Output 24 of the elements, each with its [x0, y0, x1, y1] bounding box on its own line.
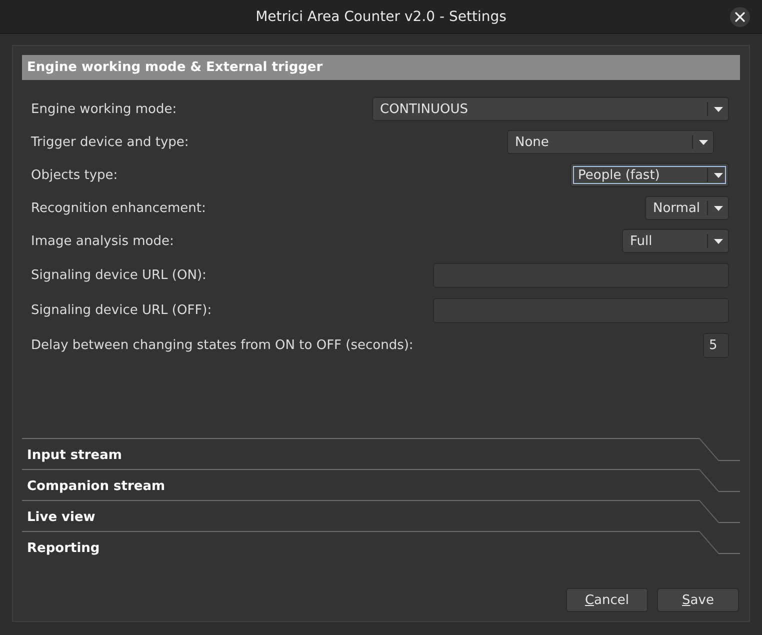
dialog-button[interactable]: Cancel: [566, 588, 648, 612]
dropdown[interactable]: Normal: [645, 196, 729, 220]
field-label: Image analysis mode:: [31, 234, 174, 248]
field-label: Recognition enhancement:: [31, 200, 206, 216]
caret-icon: [714, 238, 722, 244]
caret-icon: [714, 206, 722, 210]
field-label: Signaling device URL (OFF):: [31, 303, 212, 318]
dropdown[interactable]: CONTINUOUS: [372, 97, 729, 121]
field-label: Objects type:: [31, 168, 118, 182]
close-button[interactable]: [730, 6, 750, 26]
dialog-button[interactable]: Save: [657, 588, 739, 612]
dropdown[interactable]: Full: [622, 229, 729, 253]
dropdown[interactable]: None: [507, 130, 714, 154]
dropdown[interactable]: People (fast): [570, 163, 729, 187]
number-field[interactable]: 5: [703, 333, 729, 358]
caret-icon: [714, 106, 722, 112]
field-label: Signaling device URL (ON):: [31, 268, 206, 283]
field-label: Delay between changing states from ON to OFF (seconds):: [31, 338, 414, 353]
caret-icon: [714, 172, 722, 178]
close-icon: [735, 12, 745, 22]
window-title: Metrici Area Counter v2.0 - Settings: [256, 8, 506, 24]
caret-icon: [698, 140, 708, 144]
field-label: Engine working mode:: [31, 102, 177, 116]
field-label: Trigger device and type:: [31, 134, 189, 150]
